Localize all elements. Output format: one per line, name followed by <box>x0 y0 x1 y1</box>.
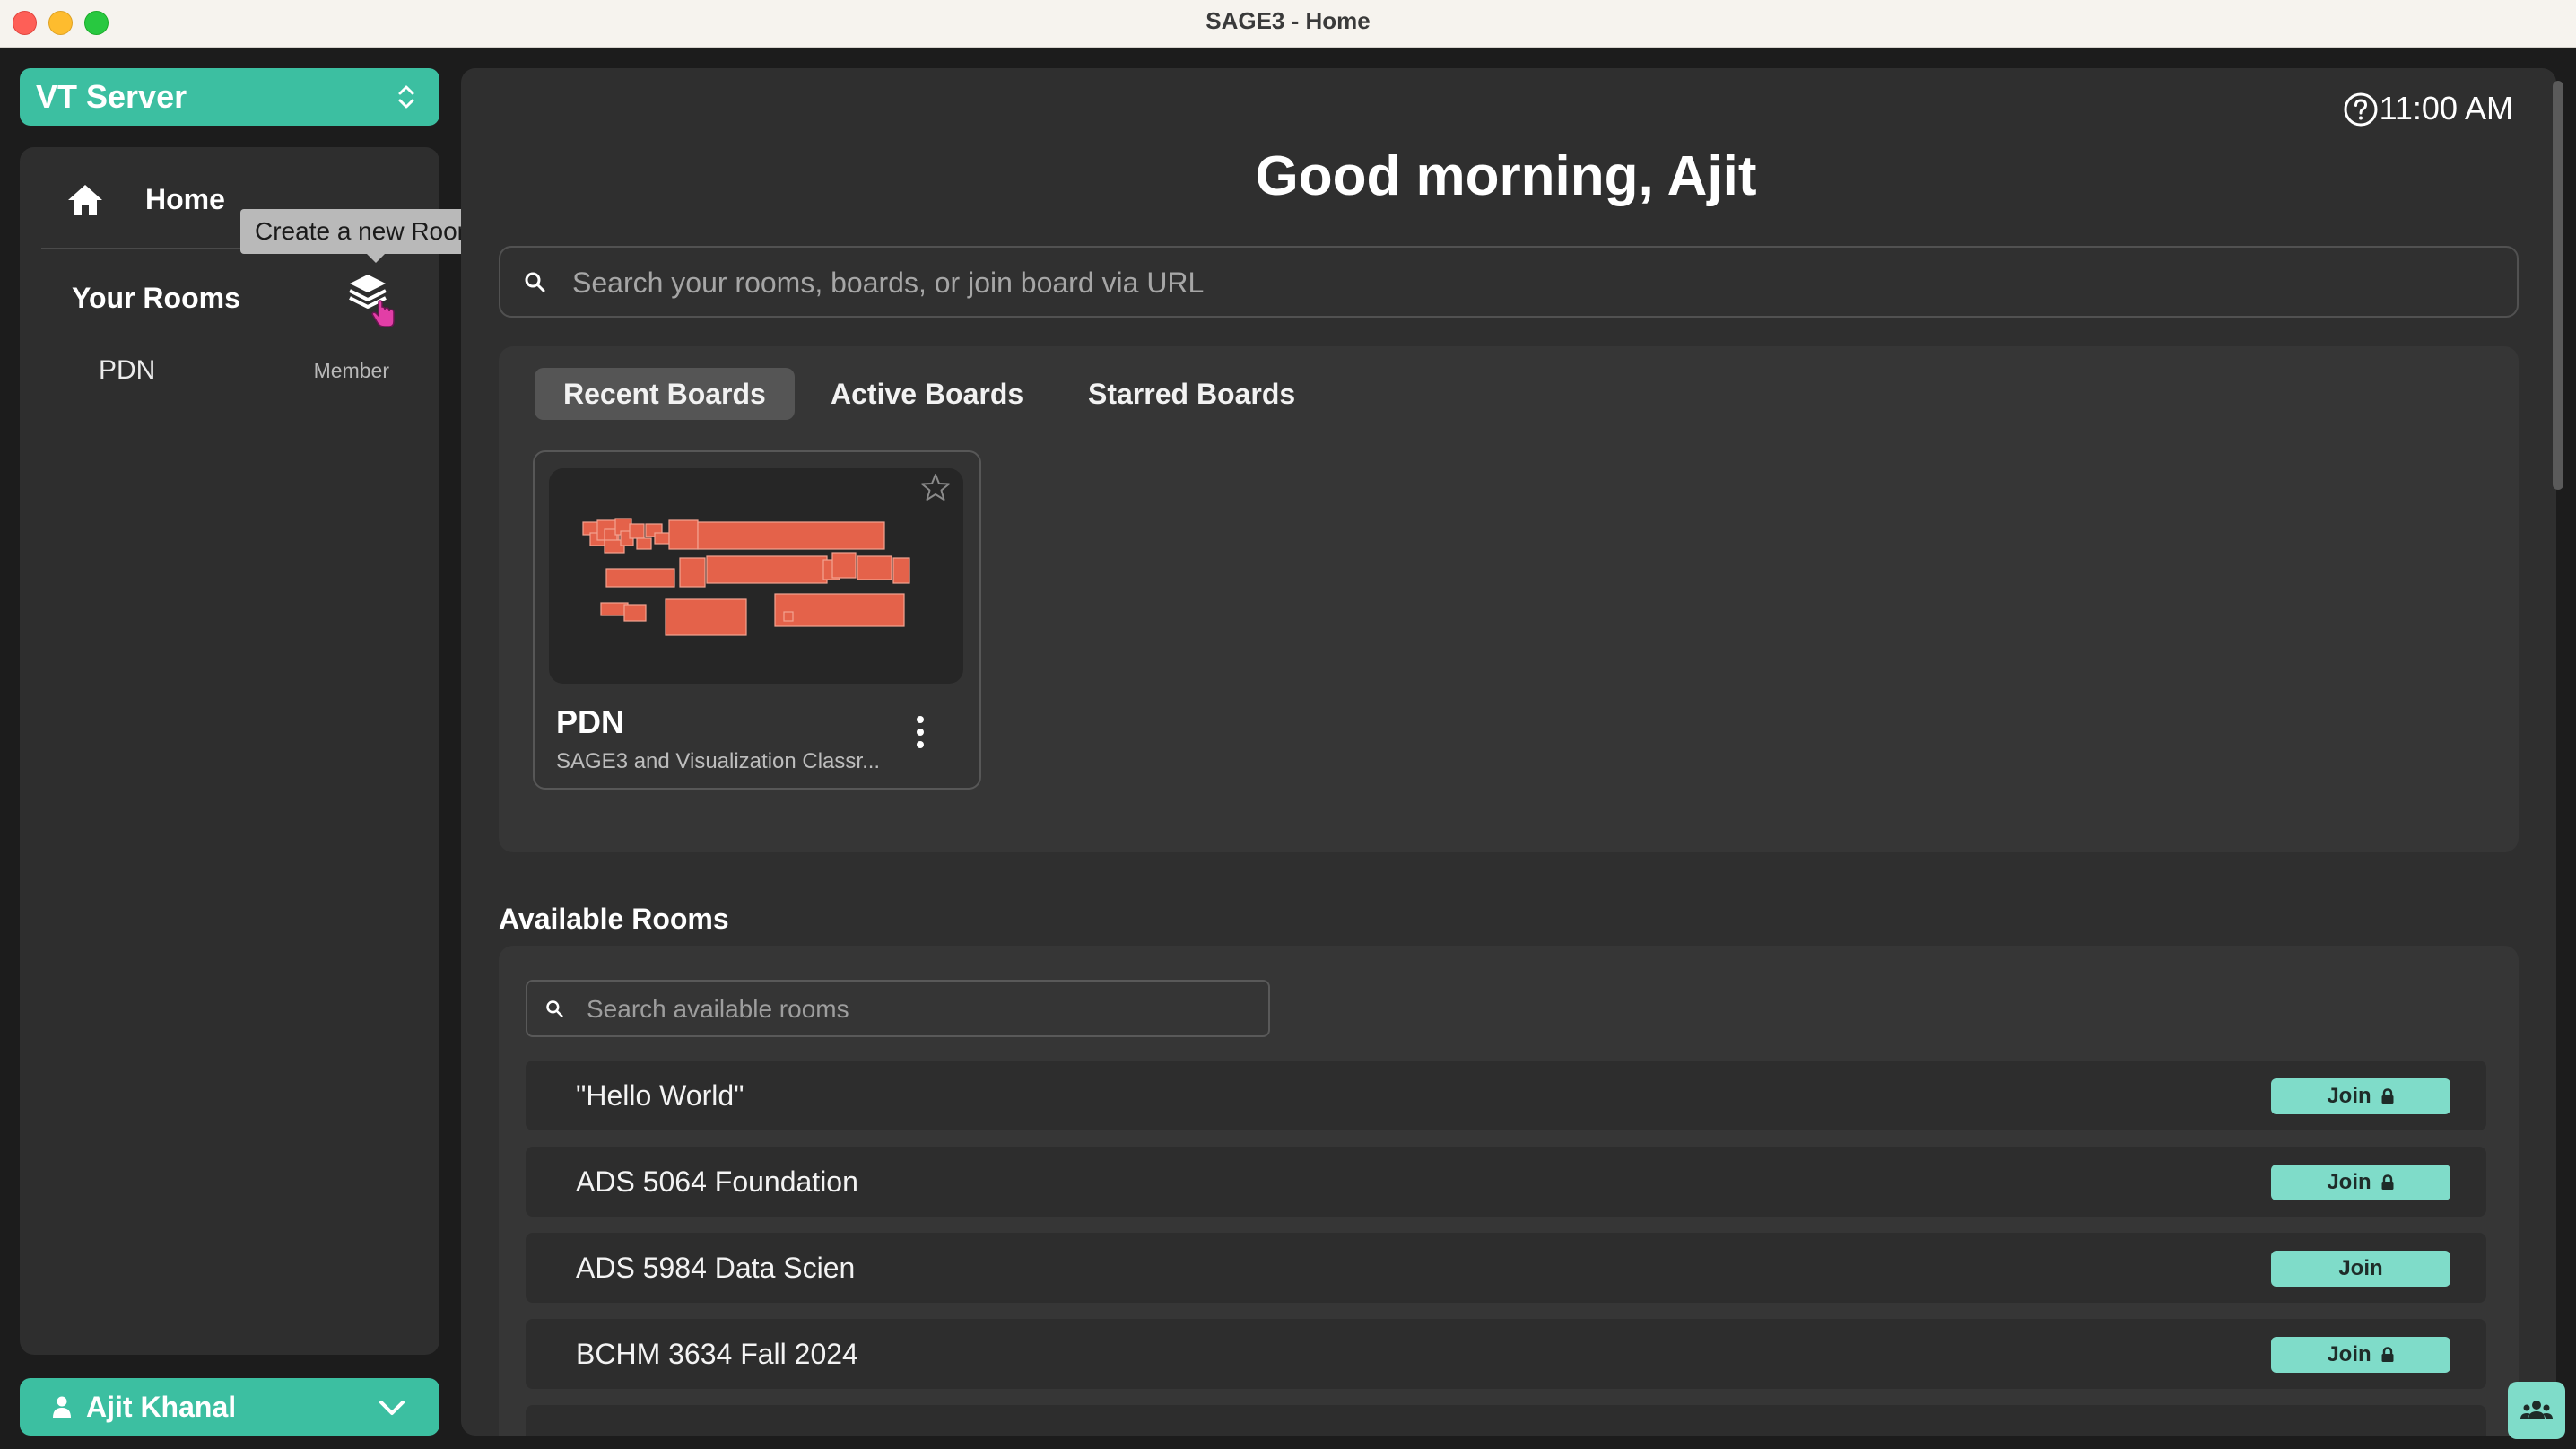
user-name: Ajit Khanal <box>86 1391 237 1423</box>
sidebar-room-pdn[interactable]: PDN Member <box>45 348 422 393</box>
tab-starred-boards[interactable]: Starred Boards <box>1059 368 1324 420</box>
available-rooms-panel: "Hello World" Join ADS 5064 Foundation J… <box>499 946 2519 1436</box>
board-thumbnail <box>549 468 963 684</box>
list-item-partial[interactable] <box>526 1405 2486 1436</box>
list-item[interactable]: ADS 5984 Data Scien Join <box>526 1233 2486 1303</box>
join-button[interactable]: Join <box>2271 1078 2450 1114</box>
room-name: BCHM 3634 Fall 2024 <box>576 1338 858 1370</box>
main-panel: 11:00 AM Good morning, Ajit Recent Board… <box>461 68 2556 1436</box>
person-icon <box>53 1396 71 1418</box>
scrollbar-thumb[interactable] <box>2553 81 2563 490</box>
lock-icon <box>2381 1088 2394 1104</box>
search-icon <box>546 1000 563 1017</box>
room-name: "Hello World" <box>576 1079 744 1112</box>
sidebar-item-label: Home <box>145 183 225 215</box>
lock-icon <box>2381 1347 2394 1362</box>
create-room-tooltip: Create a new Room <box>240 209 493 263</box>
lock-icon <box>2381 1174 2394 1190</box>
room-name: ADS 5984 Data Scien <box>576 1252 856 1284</box>
room-name: ADS 5064 Foundation <box>576 1165 858 1198</box>
list-item[interactable]: ADS 5064 Foundation Join <box>526 1147 2486 1217</box>
rooms-search-input[interactable] <box>585 982 1252 1037</box>
chevron-up-down-icon <box>398 85 414 109</box>
tab-active-boards[interactable]: Active Boards <box>802 368 1052 420</box>
window-title: SAGE3 - Home <box>1205 7 1371 34</box>
join-label: Join <box>2327 1170 2371 1194</box>
server-name: VT Server <box>36 78 187 115</box>
server-select[interactable]: VT Server <box>20 68 439 126</box>
create-room-icon[interactable] <box>343 269 398 330</box>
window-titlebar: SAGE3 - Home <box>0 0 2576 48</box>
board-thumbnail-map <box>582 518 910 636</box>
tooltip-text: Create a new Room <box>255 217 479 245</box>
room-role-badge: Member <box>313 359 389 382</box>
join-label: Join <box>2338 1256 2383 1280</box>
search-input[interactable] <box>570 248 2458 318</box>
more-options-icon[interactable] <box>915 714 926 750</box>
your-rooms-heading: Your Rooms <box>72 282 240 314</box>
board-description: SAGE3 and Visualization Classr... <box>556 749 881 773</box>
search-icon <box>525 272 545 292</box>
page-title: Good morning, Ajit <box>1255 145 1757 207</box>
join-label: Join <box>2327 1084 2371 1108</box>
join-label: Join <box>2327 1342 2371 1366</box>
list-item[interactable]: "Hello World" Join <box>526 1061 2486 1130</box>
clock: 11:00 AM <box>2379 90 2513 127</box>
join-button[interactable]: Join <box>2271 1337 2450 1373</box>
available-rooms-heading: Available Rooms <box>499 903 729 935</box>
board-name: PDN <box>556 703 625 740</box>
home-icon <box>68 185 102 215</box>
tab-recent-boards[interactable]: Recent Boards <box>535 368 795 420</box>
tooltip-arrow <box>366 253 386 263</box>
board-card-pdn[interactable]: PDN SAGE3 and Visualization Classr... <box>533 450 981 790</box>
users-icon <box>2520 1401 2553 1419</box>
join-button[interactable]: Join <box>2271 1165 2450 1200</box>
star-icon[interactable] <box>920 472 951 502</box>
chevron-down-icon <box>379 1401 405 1415</box>
list-item[interactable]: BCHM 3634 Fall 2024 Join <box>526 1319 2486 1389</box>
help-icon[interactable] <box>2343 92 2379 127</box>
users-panel-button[interactable] <box>2508 1382 2565 1439</box>
rooms-search[interactable] <box>526 980 1270 1037</box>
room-name: PDN <box>99 355 156 385</box>
global-search[interactable] <box>499 246 2519 318</box>
boards-panel: Recent Boards Active Boards Starred Boar… <box>499 346 2519 852</box>
user-menu-button[interactable]: Ajit Khanal <box>20 1378 439 1436</box>
join-button[interactable]: Join <box>2271 1251 2450 1287</box>
